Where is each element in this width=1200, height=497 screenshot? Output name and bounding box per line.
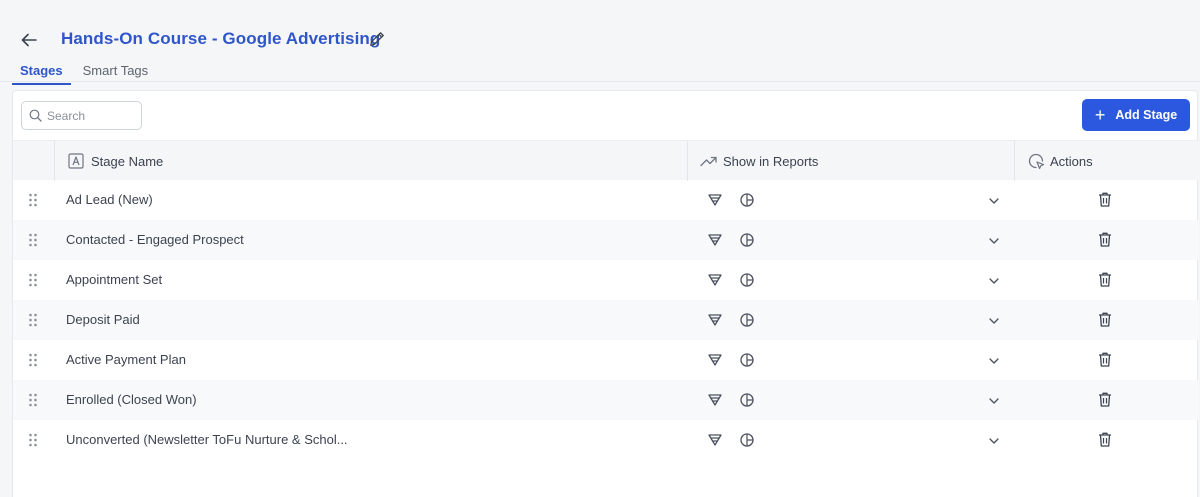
edit-title-button[interactable] xyxy=(367,29,387,49)
chevron-down-icon[interactable] xyxy=(987,314,1001,328)
drag-handle-icon[interactable] xyxy=(28,193,38,207)
trash-icon[interactable] xyxy=(1097,391,1113,408)
pencil-icon xyxy=(370,32,384,46)
chevron-down-icon[interactable] xyxy=(987,394,1001,408)
stage-name[interactable]: Active Payment Plan xyxy=(66,352,186,367)
search-icon xyxy=(29,109,42,122)
drag-handle-icon[interactable] xyxy=(28,273,38,287)
table-row: Appointment Set xyxy=(13,260,1199,300)
stage-name[interactable]: Contacted - Engaged Prospect xyxy=(66,232,244,247)
stage-name[interactable]: Unconverted (Newsletter ToFu Nurture & S… xyxy=(66,432,348,447)
stages-table-card: + Add Stage Stage Name Show in Reports xyxy=(12,90,1199,497)
stage-name[interactable]: Deposit Paid xyxy=(66,312,140,327)
drag-handle-icon[interactable] xyxy=(28,233,38,247)
funnel-icon[interactable] xyxy=(707,192,723,208)
chevron-down-icon[interactable] xyxy=(987,234,1001,248)
pie-chart-icon[interactable] xyxy=(739,312,755,328)
chevron-down-icon[interactable] xyxy=(987,434,1001,448)
drag-handle-icon[interactable] xyxy=(28,433,38,447)
trash-icon[interactable] xyxy=(1097,431,1113,448)
tab-divider xyxy=(0,81,1200,82)
trash-icon[interactable] xyxy=(1097,311,1113,328)
stages-list: Ad Lead (New) Contacted - Engaged Prospe… xyxy=(13,180,1199,460)
drag-handle-icon[interactable] xyxy=(28,393,38,407)
trash-icon[interactable] xyxy=(1097,351,1113,368)
stage-name[interactable]: Ad Lead (New) xyxy=(66,192,153,207)
trash-icon[interactable] xyxy=(1097,191,1113,208)
page-header: Hands-On Course - Google Advertising Sta… xyxy=(0,0,1200,85)
column-header-show-in-reports: Show in Reports xyxy=(700,141,818,181)
pie-chart-icon[interactable] xyxy=(739,192,755,208)
funnel-icon[interactable] xyxy=(707,272,723,288)
column-label-show-in-reports: Show in Reports xyxy=(723,153,819,169)
column-header-stage-name: Stage Name xyxy=(68,141,163,181)
table-row: Ad Lead (New) xyxy=(13,180,1199,220)
chevron-down-icon[interactable] xyxy=(987,354,1001,368)
chevron-down-icon[interactable] xyxy=(987,274,1001,288)
column-label-actions: Actions xyxy=(1050,153,1093,169)
text-type-icon xyxy=(68,153,84,169)
trash-icon[interactable] xyxy=(1097,271,1113,288)
table-row: Enrolled (Closed Won) xyxy=(13,380,1199,420)
funnel-icon[interactable] xyxy=(707,352,723,368)
plus-icon: + xyxy=(1094,105,1106,125)
arrow-left-icon xyxy=(21,33,37,47)
back-button[interactable] xyxy=(18,29,40,51)
search-input[interactable] xyxy=(47,108,139,123)
trash-icon[interactable] xyxy=(1097,231,1113,248)
column-header-actions: Actions xyxy=(1028,141,1093,181)
column-divider xyxy=(687,141,688,181)
cursor-click-icon xyxy=(1028,153,1045,169)
pipeline-stages-page: Hands-On Course - Google Advertising Sta… xyxy=(0,0,1200,497)
drag-handle-icon[interactable] xyxy=(28,313,38,327)
add-stage-label: Add Stage xyxy=(1115,108,1178,122)
pie-chart-icon[interactable] xyxy=(739,392,755,408)
funnel-icon[interactable] xyxy=(707,432,723,448)
table-row: Unconverted (Newsletter ToFu Nurture & S… xyxy=(13,420,1199,460)
page-title: Hands-On Course - Google Advertising xyxy=(61,29,381,48)
table-row: Contacted - Engaged Prospect xyxy=(13,220,1199,260)
drag-handle-icon[interactable] xyxy=(28,353,38,367)
column-divider xyxy=(54,141,55,181)
pie-chart-icon[interactable] xyxy=(739,432,755,448)
column-label-stage-name: Stage Name xyxy=(91,153,164,169)
trend-up-icon xyxy=(700,156,717,167)
table-row: Active Payment Plan xyxy=(13,340,1199,380)
pie-chart-icon[interactable] xyxy=(739,232,755,248)
funnel-icon[interactable] xyxy=(707,312,723,328)
pie-chart-icon[interactable] xyxy=(739,272,755,288)
chevron-down-icon[interactable] xyxy=(987,194,1001,208)
table-row: Deposit Paid xyxy=(13,300,1199,340)
column-divider xyxy=(1014,141,1015,181)
add-stage-button[interactable]: + Add Stage xyxy=(1082,99,1190,131)
stage-name[interactable]: Appointment Set xyxy=(66,272,162,287)
funnel-icon[interactable] xyxy=(707,232,723,248)
stage-name[interactable]: Enrolled (Closed Won) xyxy=(66,392,197,407)
funnel-icon[interactable] xyxy=(707,392,723,408)
search-field[interactable] xyxy=(21,101,142,130)
table-header: Stage Name Show in Reports Actions xyxy=(13,140,1199,181)
pie-chart-icon[interactable] xyxy=(739,352,755,368)
